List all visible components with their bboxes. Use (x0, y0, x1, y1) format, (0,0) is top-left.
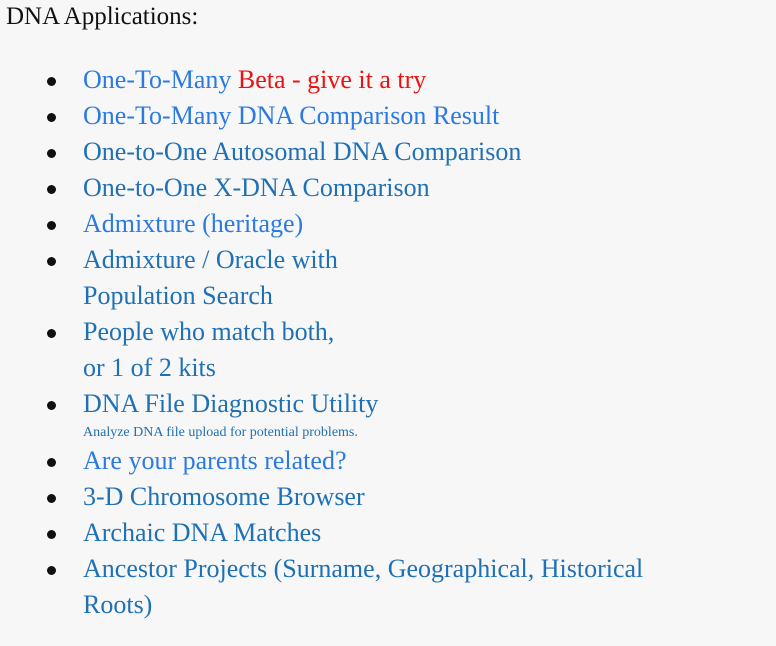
list-item-one-to-many-beta: One-To-Many Beta - give it a try (0, 62, 776, 98)
bullet-icon (47, 113, 56, 122)
link-admixture-oracle[interactable]: Admixture / Oracle with Population Search (83, 242, 776, 314)
link-label: One-To-Many (83, 65, 238, 94)
page-root: DNA Applications: One-To-Many Beta - giv… (0, 0, 776, 646)
link-one-to-many-beta[interactable]: One-To-Many (83, 65, 238, 94)
bullet-icon (47, 401, 56, 410)
link-label-line2: Roots) (83, 590, 153, 619)
beta-note[interactable]: Beta - give it a try (238, 65, 426, 94)
link-parents-related[interactable]: Are your parents related? (83, 446, 346, 475)
link-label-line2: Population Search (83, 281, 273, 310)
list-item-archaic-dna-matches: Archaic DNA Matches (0, 515, 776, 551)
list-item-people-match-both: People who match both, or 1 of 2 kits (0, 314, 776, 386)
list-item-one-to-one-xdna: One-to-One X-DNA Comparison (0, 170, 776, 206)
link-label-line1: People who match both, (83, 317, 335, 346)
list-item-parents-related: Are your parents related? (0, 443, 776, 479)
list-item-one-to-one-autosomal: One-to-One Autosomal DNA Comparison (0, 134, 776, 170)
bullet-icon (47, 185, 56, 194)
page-title: DNA Applications: (6, 3, 199, 30)
link-archaic-dna-matches[interactable]: Archaic DNA Matches (83, 518, 321, 547)
link-one-to-many-result[interactable]: One-To-Many DNA Comparison Result (83, 101, 499, 130)
link-dna-file-diagnostic[interactable]: DNA File Diagnostic Utility (83, 389, 378, 418)
bullet-icon (47, 458, 56, 467)
link-people-match-both[interactable]: People who match both, or 1 of 2 kits (83, 314, 776, 386)
list-item-admixture-oracle: Admixture / Oracle with Population Search (0, 242, 776, 314)
link-ancestor-projects[interactable]: Ancestor Projects (Surname, Geographical… (83, 551, 776, 623)
list-item-one-to-many-result: One-To-Many DNA Comparison Result (0, 98, 776, 134)
bullet-icon (47, 566, 56, 575)
link-one-to-one-xdna[interactable]: One-to-One X-DNA Comparison (83, 173, 430, 202)
link-label-line2: or 1 of 2 kits (83, 353, 216, 382)
dna-file-diagnostic-description: Analyze DNA file upload for potential pr… (83, 425, 358, 440)
list-item-dna-file-diagnostic-note: Analyze DNA file upload for potential pr… (0, 422, 776, 443)
link-one-to-one-autosomal[interactable]: One-to-One Autosomal DNA Comparison (83, 137, 521, 166)
list-item-admixture-heritage: Admixture (heritage) (0, 206, 776, 242)
bullet-icon (47, 149, 56, 158)
list-item-chromosome-browser-3d: 3-D Chromosome Browser (0, 479, 776, 515)
bullet-icon (47, 221, 56, 230)
link-admixture-heritage[interactable]: Admixture (heritage) (83, 209, 303, 238)
bullet-icon (47, 257, 56, 266)
list-item-dna-file-diagnostic: DNA File Diagnostic Utility (0, 386, 776, 422)
link-label-line1: Ancestor Projects (Surname, Geographical… (83, 554, 644, 583)
link-chromosome-browser-3d[interactable]: 3-D Chromosome Browser (83, 482, 365, 511)
dna-applications-list: One-To-Many Beta - give it a try One-To-… (0, 62, 776, 623)
bullet-icon (47, 77, 56, 86)
link-label-line1: Admixture / Oracle with (83, 245, 338, 274)
bullet-icon (47, 530, 56, 539)
bullet-icon (47, 329, 56, 338)
list-item-ancestor-projects: Ancestor Projects (Surname, Geographical… (0, 551, 776, 623)
bullet-icon (47, 494, 56, 503)
